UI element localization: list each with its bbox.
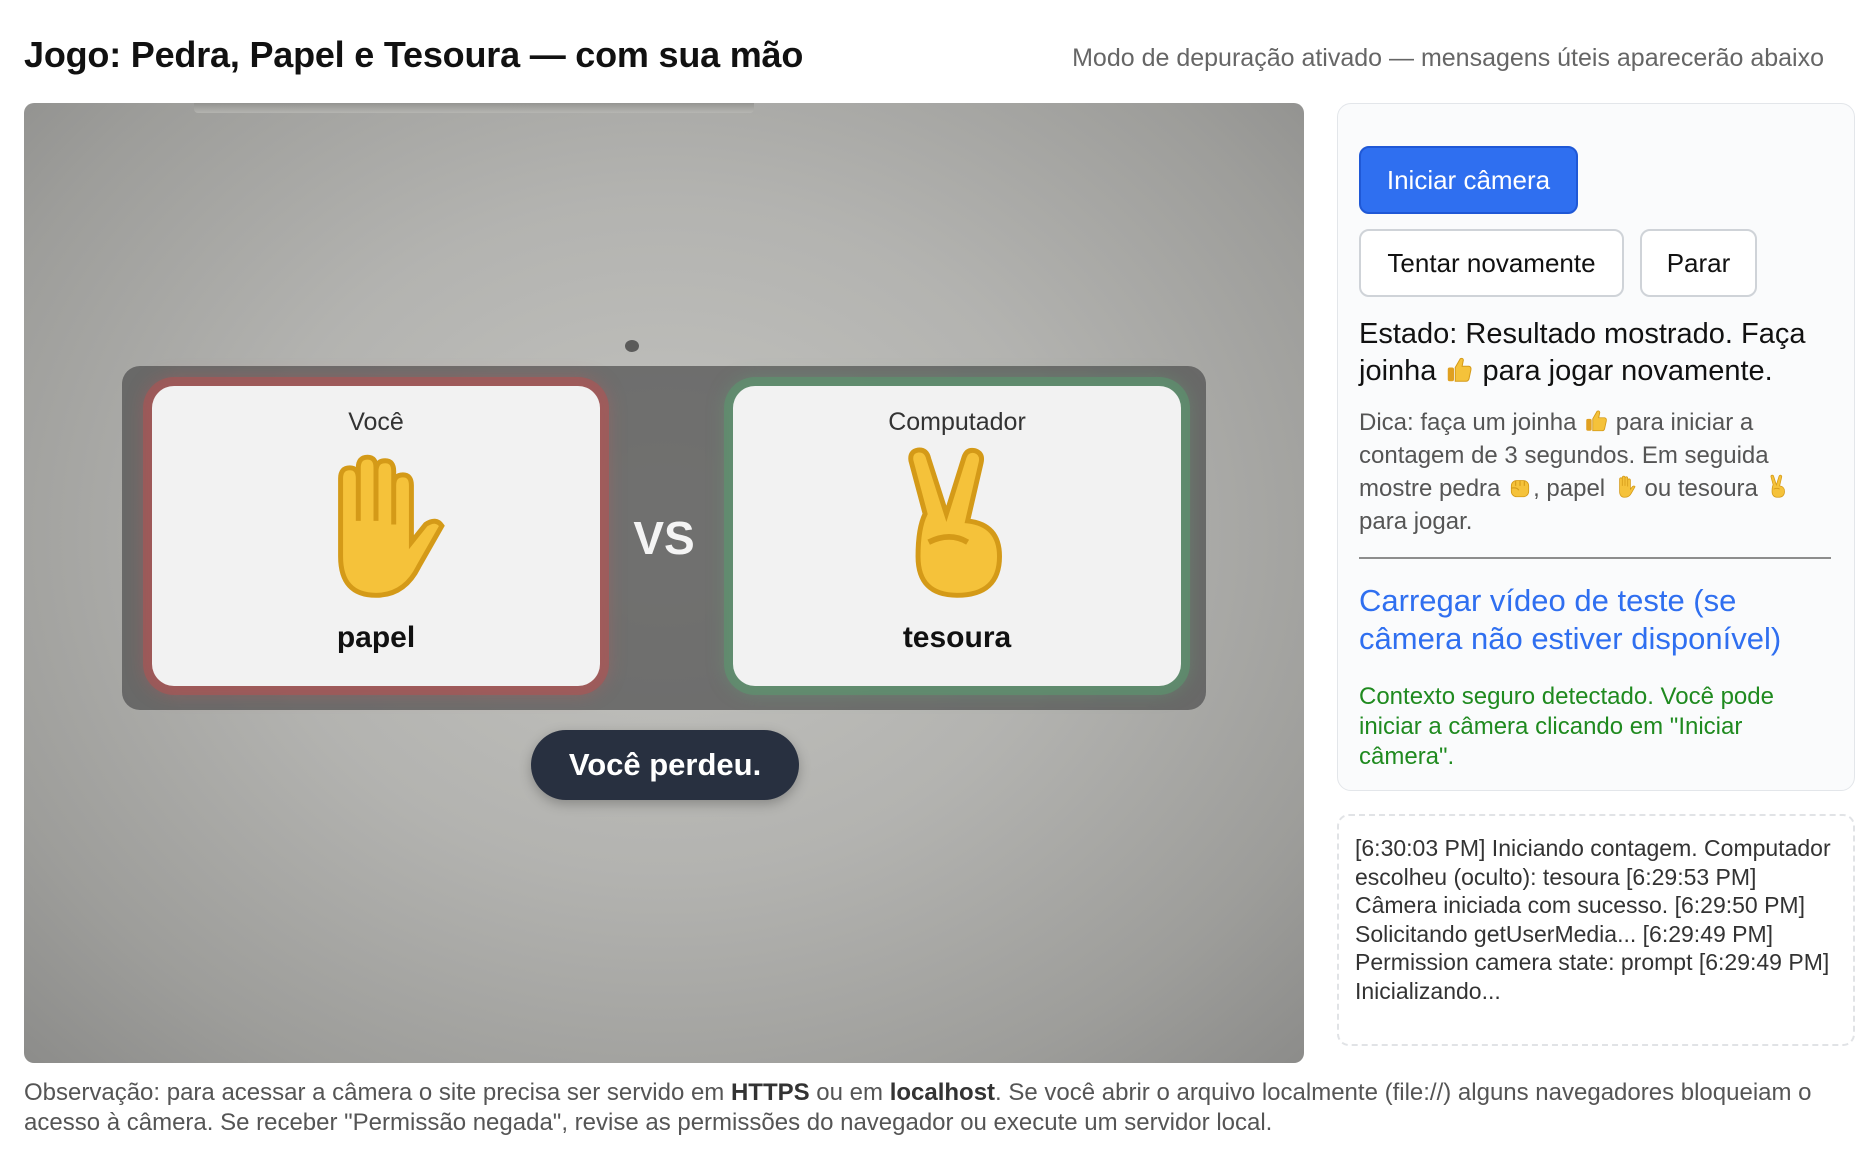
raised-hand-icon (1612, 474, 1638, 500)
thumbs-up-icon (1583, 408, 1609, 434)
divider (1359, 557, 1831, 559)
start-camera-button[interactable]: Iniciar câmera (1359, 146, 1578, 214)
hint-part: para jogar. (1359, 508, 1473, 535)
state-suffix: para jogar novamente. (1482, 355, 1773, 387)
camera-video-feed: Você papel VS Computador tesoura Você pe… (24, 103, 1304, 1063)
player-choice: papel (336, 621, 416, 654)
footer-https: HTTPS (730, 1079, 810, 1106)
footer-text: Observação: para acessar a câmera o site… (24, 1079, 731, 1106)
computer-card: Computador tesoura (733, 386, 1181, 686)
retry-button[interactable]: Tentar novamente (1359, 229, 1624, 297)
video-background-spot (625, 340, 639, 352)
debug-mode-note: Modo de depuração ativado — mensagens út… (1072, 44, 1824, 72)
stop-button[interactable]: Parar (1640, 229, 1757, 297)
player-card: Você papel (152, 386, 600, 686)
computer-choice: tesoura (902, 621, 1012, 654)
hint-part: ou tesoura (1644, 475, 1758, 502)
secure-context-message: Contexto seguro detectado. Você pode ini… (1359, 683, 1774, 770)
result-overlay: Você papel VS Computador tesoura (122, 366, 1206, 710)
control-panel: Iniciar câmera Tentar novamente Parar Es… (1337, 103, 1855, 791)
raised-hand-icon (291, 443, 461, 613)
thumbs-up-icon (1444, 355, 1474, 385)
load-test-video-link[interactable]: Carregar vídeo de teste (se câmera não e… (1359, 582, 1839, 658)
victory-hand-icon (1765, 474, 1791, 500)
footer-localhost: localhost (889, 1079, 996, 1106)
hint-part: Dica: faça um joinha (1359, 409, 1577, 436)
hint-text: Dica: faça um joinha para iniciar a cont… (1359, 406, 1839, 538)
footer-note: Observação: para acessar a câmera o site… (24, 1078, 1824, 1138)
game-state: Estado: Resultado mostrado. Faça joinha … (1359, 316, 1839, 390)
debug-log: [6:30:03 PM] Iniciando contagem. Computa… (1337, 814, 1855, 1046)
debug-log-text: [6:30:03 PM] Iniciando contagem. Computa… (1355, 835, 1831, 1004)
victory-hand-icon (872, 443, 1042, 613)
raised-fist-icon (1507, 474, 1533, 500)
footer-text: ou em (809, 1079, 890, 1106)
page-title: Jogo: Pedra, Papel e Tesoura — com sua m… (24, 34, 804, 75)
hint-part: , papel (1533, 475, 1606, 502)
computer-label: Computador (888, 408, 1026, 436)
video-background-detail (194, 103, 754, 113)
player-label: Você (348, 408, 404, 436)
result-badge: Você perdeu. (531, 730, 799, 800)
